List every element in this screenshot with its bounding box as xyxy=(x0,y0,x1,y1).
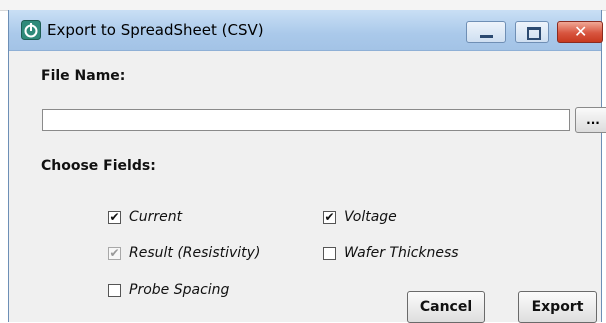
export-dialog: Export to SpreadSheet (CSV) ✕ File Name:… xyxy=(8,10,606,323)
voltage-label: Voltage xyxy=(344,209,397,225)
title-bar[interactable]: Export to SpreadSheet (CSV) ✕ xyxy=(9,10,603,51)
browse-button[interactable]: ... xyxy=(575,107,606,133)
result-checkbox: ✔ xyxy=(108,246,121,260)
file-name-label: File Name: xyxy=(41,68,126,84)
current-checkbox[interactable]: ✔ xyxy=(108,211,121,224)
probe-spacing-checkbox[interactable] xyxy=(108,284,121,297)
close-icon: ✕ xyxy=(574,22,588,41)
maximize-button[interactable] xyxy=(515,21,549,43)
current-label: Current xyxy=(129,209,183,225)
export-button[interactable]: Export xyxy=(518,291,597,323)
maximize-icon xyxy=(527,27,541,40)
close-button[interactable]: ✕ xyxy=(557,21,603,43)
probe-spacing-label: Probe Spacing xyxy=(129,282,230,298)
voltage-checkbox[interactable]: ✔ xyxy=(323,211,336,224)
file-name-input[interactable] xyxy=(42,109,570,131)
minimize-button[interactable] xyxy=(466,21,506,43)
power-icon xyxy=(21,20,41,40)
minimize-icon xyxy=(480,35,493,38)
window-title: Export to SpreadSheet (CSV) xyxy=(47,21,264,39)
wafer-thickness-checkbox[interactable] xyxy=(323,247,336,260)
cancel-button[interactable]: Cancel xyxy=(407,291,485,323)
result-label: Result (Resistivity) xyxy=(129,245,261,261)
wafer-thickness-label: Wafer Thickness xyxy=(344,245,459,261)
choose-fields-label: Choose Fields: xyxy=(41,158,156,174)
